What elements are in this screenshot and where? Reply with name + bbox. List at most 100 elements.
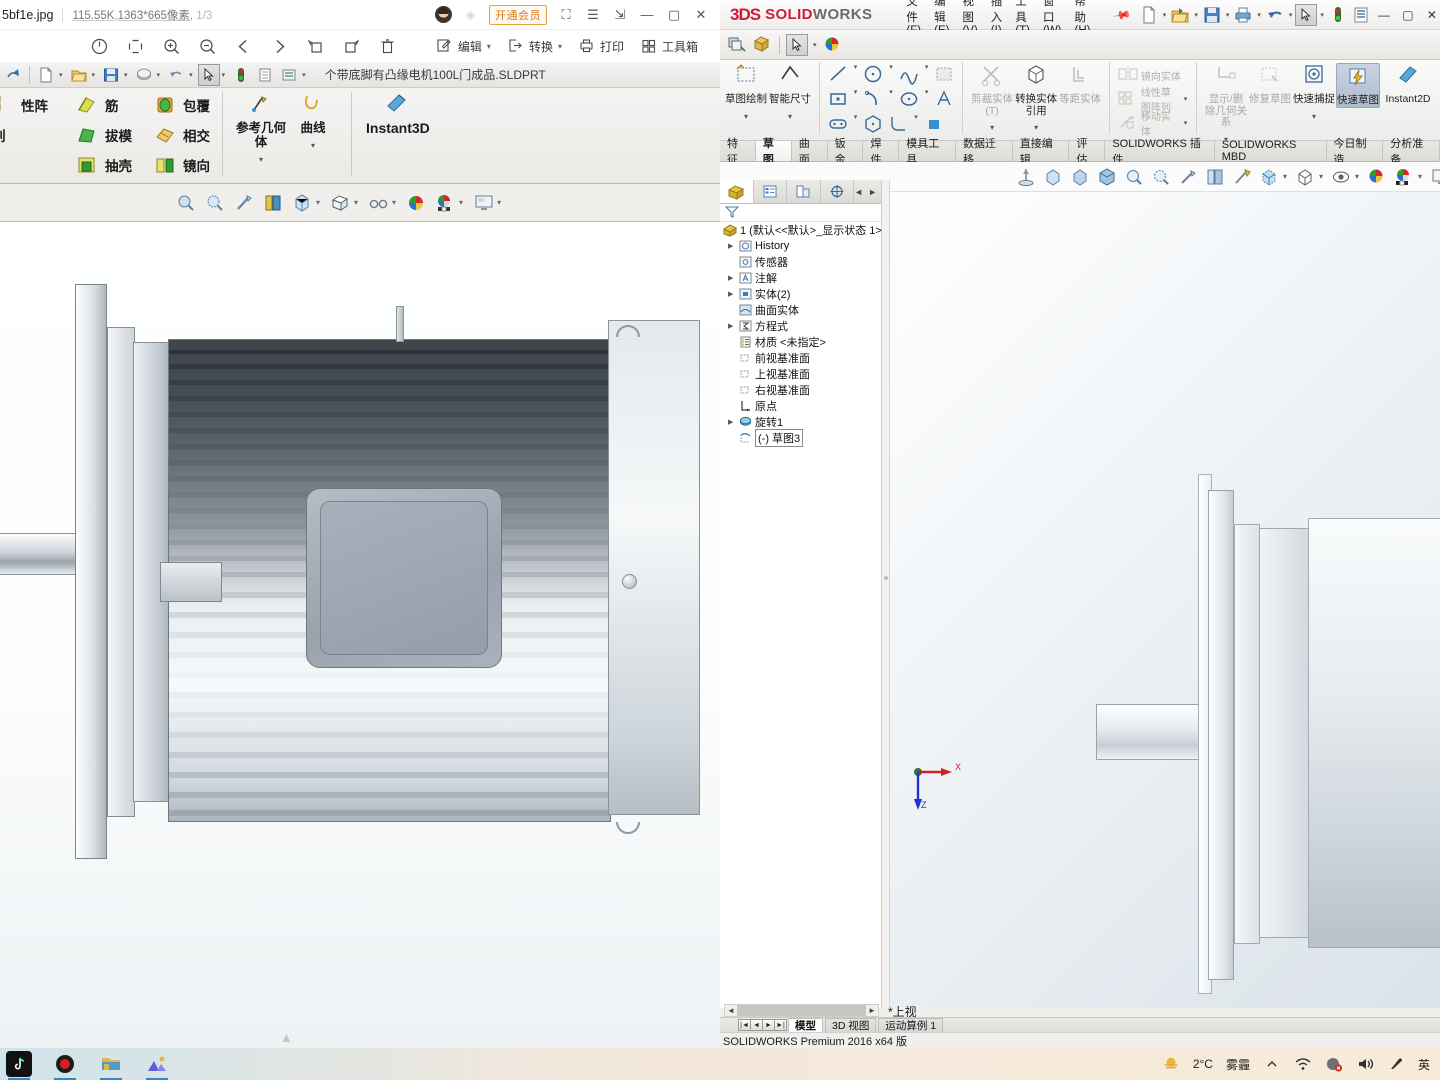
tree-item-annotations[interactable]: ▶ 注解 <box>720 270 881 286</box>
rib-feature[interactable]: 筋 <box>76 92 132 118</box>
next-image-icon[interactable] <box>270 37 289 56</box>
maximize-button[interactable]: ▢ <box>666 7 682 23</box>
make-drawing-icon[interactable] <box>751 34 773 56</box>
apply-appearance-icon[interactable] <box>822 34 844 56</box>
chevron-down-icon[interactable]: ▾ <box>392 198 396 207</box>
spline-icon[interactable] <box>898 63 920 85</box>
pin-icon[interactable]: ⇲ <box>612 7 628 23</box>
volume-icon[interactable] <box>1356 1055 1374 1073</box>
apply-scene-icon[interactable] <box>1367 167 1386 186</box>
expand-arrow-icon[interactable]: ▶ <box>728 418 738 426</box>
section-cut-icon[interactable] <box>1205 167 1224 186</box>
chevron-down-icon[interactable]: ▾ <box>925 63 929 85</box>
instant2d-button[interactable]: Instant2D <box>1380 63 1436 106</box>
fit-window-icon[interactable] <box>126 37 145 56</box>
move-entities-button[interactable]: 移动实体 ▾ <box>1117 111 1189 138</box>
sketch-draw-button[interactable]: 草图绘制 ▾ <box>724 63 768 121</box>
chevron-down-icon[interactable]: ▾ <box>1184 119 1188 127</box>
tree-filter-bar[interactable] <box>720 204 881 222</box>
tree-item-history[interactable]: ▶ History <box>720 238 881 254</box>
rebuild-indicator-icon[interactable] <box>230 64 252 86</box>
instant3d-button[interactable]: Instant3D <box>366 92 430 182</box>
chevron-down-icon[interactable]: ▾ <box>1184 95 1188 103</box>
rotate-right-icon[interactable] <box>342 37 361 56</box>
rectangle-icon[interactable] <box>827 88 849 110</box>
delete-icon[interactable] <box>378 37 397 56</box>
expand-arrow-icon[interactable]: ▶ <box>728 274 738 282</box>
rebuild-status-icon[interactable] <box>1327 4 1349 26</box>
appearance-icon[interactable] <box>133 64 155 86</box>
tree-item-top-plane[interactable]: 上视基准面 <box>720 366 881 382</box>
scroll-left-icon[interactable]: ◄ <box>854 187 863 197</box>
chevron-down-icon[interactable]: ▾ <box>497 198 501 207</box>
zoom-in-icon[interactable] <box>162 37 181 56</box>
weather-icon[interactable] <box>1162 1055 1180 1073</box>
quick-snaps-button[interactable]: 快速捕捉 ▾ <box>1292 63 1336 121</box>
undo-icon[interactable] <box>1264 4 1286 26</box>
tab-motion-study[interactable]: 运动算例 1 <box>878 1018 944 1032</box>
tree-item-surface-bodies[interactable]: 曲面实体 <box>720 302 881 318</box>
print-button[interactable]: 打印 <box>578 37 624 56</box>
text-icon[interactable] <box>933 88 955 110</box>
chevron-down-icon[interactable]: ▾ <box>59 71 63 79</box>
photos-app-icon[interactable] <box>144 1051 170 1080</box>
insert-component-icon[interactable] <box>726 34 748 56</box>
previous-image-icon[interactable] <box>234 37 253 56</box>
menu-icon[interactable]: ☰ <box>585 7 601 23</box>
tab-direct-editing[interactable]: 直接编辑 <box>1013 138 1070 166</box>
chevron-down-icon[interactable]: ▾ <box>925 88 929 110</box>
chevron-down-icon[interactable]: ▾ <box>1226 11 1230 19</box>
ellipse-icon[interactable] <box>898 88 920 110</box>
chevron-down-icon[interactable]: ▾ <box>259 155 263 164</box>
new-document-icon[interactable] <box>1138 4 1160 26</box>
minimize-button[interactable]: — <box>639 7 655 23</box>
pattern-sub-item[interactable]: 列 <box>0 122 48 148</box>
zoom-to-fit-icon[interactable] <box>176 193 195 212</box>
chevron-down-icon[interactable]: ▾ <box>316 198 320 207</box>
circle-icon[interactable] <box>862 63 884 85</box>
options-icon[interactable] <box>254 64 276 86</box>
chevron-down-icon[interactable]: ▾ <box>813 41 817 49</box>
undo-icon[interactable] <box>165 64 187 86</box>
close-button[interactable]: ✕ <box>693 7 709 23</box>
tree-item-part[interactable]: 1 (默认<<默认>_显示状态 1>) <box>720 222 886 238</box>
wifi-icon[interactable] <box>1294 1055 1312 1073</box>
horizontal-scrollbar[interactable]: ◄ ► <box>724 1004 879 1017</box>
tab-sheetmetal[interactable]: 钣金 <box>828 138 864 166</box>
view-orientation-icon[interactable] <box>1232 167 1251 186</box>
tab-features[interactable]: 特征 <box>720 138 756 166</box>
repair-sketch-button[interactable]: 修复草图 <box>1248 63 1292 106</box>
rotate-view-icon[interactable] <box>1178 167 1197 186</box>
tab-solidworks-mbd[interactable]: SOLIDWORKS MBD <box>1215 139 1327 163</box>
customize-icon[interactable] <box>278 64 300 86</box>
chevron-down-icon[interactable]: ▾ <box>189 71 193 79</box>
previous-view-icon[interactable] <box>1070 167 1089 186</box>
chevron-down-icon[interactable]: ▾ <box>1312 112 1316 121</box>
recorder-app-icon[interactable] <box>52 1051 78 1080</box>
save-icon[interactable] <box>100 64 122 86</box>
wrap-feature[interactable]: 包覆 <box>154 92 210 118</box>
configuration-manager-tab[interactable] <box>787 180 821 203</box>
options-icon[interactable] <box>1350 4 1372 26</box>
magnifier-icon[interactable] <box>1124 167 1143 186</box>
expand-arrow-icon[interactable]: ▶ <box>728 322 738 330</box>
tab-sketch[interactable]: 草图 <box>755 138 792 166</box>
weather-description[interactable]: 雾霾 <box>1226 1056 1250 1073</box>
mirror-feature[interactable]: 镜向 <box>154 152 210 178</box>
chevron-down-icon[interactable]: ▾ <box>889 63 893 85</box>
apply-scene-icon[interactable] <box>406 193 425 212</box>
open-folder-icon[interactable] <box>1169 4 1191 26</box>
hide-show-items-button[interactable]: ▾ <box>368 193 396 212</box>
restore-icon[interactable] <box>2 64 24 86</box>
tiktok-app-icon[interactable] <box>6 1051 32 1080</box>
slot-icon[interactable] <box>827 113 849 135</box>
chevron-down-icon[interactable]: ▾ <box>311 141 315 150</box>
intersect-feature[interactable]: 相交 <box>154 122 210 148</box>
view-settings-button[interactable]: ▾ <box>435 193 463 212</box>
chevron-down-icon[interactable]: ▾ <box>124 71 128 79</box>
scroll-right-icon[interactable]: ► <box>868 187 877 197</box>
tree-item-origin[interactable]: 原点 <box>720 398 881 414</box>
ime-language-icon[interactable]: 英 <box>1418 1056 1430 1073</box>
scrollbar-thumb[interactable] <box>737 1005 866 1016</box>
show-hidden-icons-icon[interactable] <box>1263 1055 1281 1073</box>
